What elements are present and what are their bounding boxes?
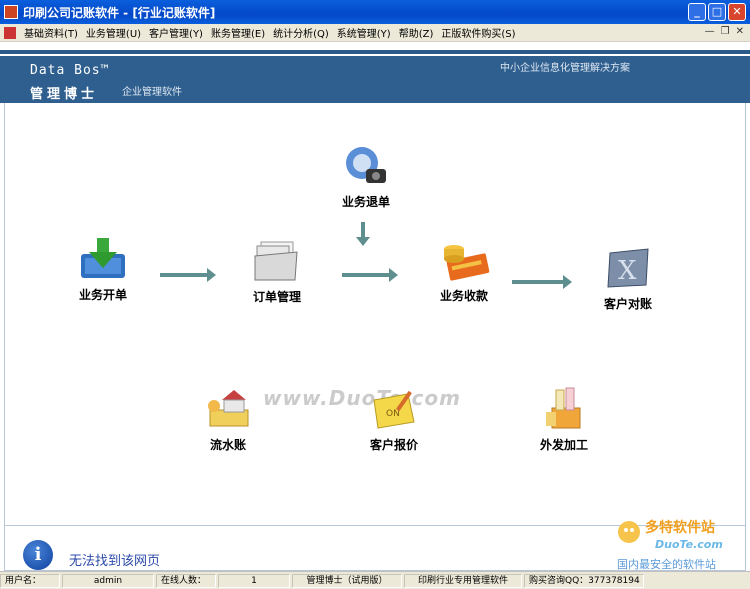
outsourcing-label: 外发加工 bbox=[539, 438, 588, 452]
journal-label: 流水账 bbox=[209, 438, 246, 452]
svg-text:X: X bbox=[618, 256, 637, 286]
brand-subtitle: 企业管理软件 bbox=[122, 87, 182, 98]
maximize-button[interactable]: □ bbox=[708, 3, 726, 21]
brand-english: Data Bos™ bbox=[30, 63, 110, 78]
outsourcing-icon bbox=[538, 386, 590, 432]
menu-system[interactable]: 系统管理(Y) bbox=[333, 25, 395, 40]
open-order-label: 业务开单 bbox=[78, 288, 127, 302]
menu-basic-data[interactable]: 基础资料(T) bbox=[20, 25, 82, 40]
title-bar[interactable]: 印刷公司记账软件 - [行业记账软件] _ □ ✕ bbox=[0, 0, 750, 24]
mdi-close-icon[interactable]: ✕ bbox=[736, 26, 744, 37]
error-message: 无法找到该网页 bbox=[69, 554, 161, 569]
order-manage-node[interactable]: 订单管理 bbox=[232, 238, 322, 305]
menu-purchase[interactable]: 正版软件购买(S) bbox=[437, 25, 519, 40]
outsourcing-node[interactable]: 外发加工 bbox=[519, 386, 609, 453]
status-user-label: 用户名： bbox=[0, 573, 60, 588]
header-stripe bbox=[0, 50, 750, 54]
header-tagline: 中小企业信息化管理解决方案 bbox=[500, 63, 630, 74]
reconcile-label: 客户对账 bbox=[603, 297, 652, 311]
svg-text:ON: ON bbox=[386, 409, 400, 419]
journal-node[interactable]: 流水账 bbox=[183, 386, 273, 453]
header-banner: Data Bos™ 管理博士 企业管理软件 中小企业信息化管理解决方案 bbox=[0, 43, 750, 103]
collect-label: 业务收款 bbox=[439, 289, 488, 303]
arrow-right-1 bbox=[160, 268, 216, 282]
quote-node[interactable]: ON 客户报价 bbox=[349, 386, 439, 453]
close-button[interactable]: ✕ bbox=[728, 3, 746, 21]
menu-help[interactable]: 帮助(Z) bbox=[395, 25, 438, 40]
quote-icon: ON bbox=[368, 386, 420, 432]
mdi-minimize-icon[interactable]: — bbox=[705, 26, 715, 37]
status-user-value: admin bbox=[62, 573, 154, 588]
collect-node[interactable]: 业务收款 bbox=[419, 237, 509, 304]
document-icon[interactable] bbox=[4, 26, 16, 39]
menu-statistics[interactable]: 统计分析(Q) bbox=[269, 25, 333, 40]
order-manage-label: 订单管理 bbox=[252, 290, 301, 304]
mdi-restore-icon[interactable]: ❐ bbox=[721, 26, 730, 37]
return-order-label: 业务退单 bbox=[341, 195, 390, 209]
status-bar: 用户名： admin 在线人数： 1 管理博士（试用版） 印刷行业专用管理软件 … bbox=[0, 571, 750, 589]
return-order-node[interactable]: 业务退单 bbox=[321, 143, 411, 210]
open-order-node[interactable]: 业务开单 bbox=[58, 236, 148, 303]
arrow-down bbox=[356, 222, 370, 246]
journal-icon bbox=[202, 386, 254, 432]
window-title: 印刷公司记账软件 - [行业记账软件] bbox=[23, 5, 216, 20]
payment-icon bbox=[438, 237, 490, 283]
status-online-label: 在线人数： bbox=[156, 573, 216, 588]
status-contact: 购买咨询QQ：377378194 bbox=[524, 573, 644, 588]
menu-accounts[interactable]: 账务管理(E) bbox=[207, 25, 269, 40]
logo-cn-text: 多特软件站 bbox=[645, 519, 715, 536]
arrow-right-3 bbox=[512, 275, 572, 289]
status-product: 印刷行业专用管理软件 bbox=[404, 573, 522, 588]
header-band bbox=[0, 56, 750, 103]
arrow-right-2 bbox=[342, 268, 398, 282]
duote-logo: 多特软件站 DuoTe.com 国内最安全的软件站 bbox=[615, 510, 745, 580]
folder-icon bbox=[251, 238, 303, 284]
status-edition: 管理博士（试用版） bbox=[292, 573, 402, 588]
logo-slogan-text: 国内最安全的软件站 bbox=[617, 557, 716, 571]
info-icon: i bbox=[23, 540, 53, 570]
reconcile-node[interactable]: X 客户对账 bbox=[583, 245, 673, 312]
window-controls: _ □ ✕ bbox=[688, 3, 746, 21]
return-order-icon bbox=[340, 143, 392, 189]
brand-chinese: 管理博士 bbox=[30, 87, 99, 102]
logo-en-text: DuoTe.com bbox=[655, 538, 723, 551]
mdi-controls: — ❐ ✕ bbox=[705, 26, 744, 37]
reconcile-icon: X bbox=[602, 245, 654, 291]
menu-bar: 基础资料(T) 业务管理(U) 客户管理(Y) 账务管理(E) 统计分析(Q) … bbox=[0, 24, 750, 42]
minimize-button[interactable]: _ bbox=[688, 3, 706, 21]
menu-customer[interactable]: 客户管理(Y) bbox=[145, 25, 207, 40]
open-order-icon bbox=[77, 236, 129, 282]
app-icon[interactable] bbox=[4, 5, 18, 19]
menu-business[interactable]: 业务管理(U) bbox=[82, 25, 145, 40]
quote-label: 客户报价 bbox=[369, 438, 418, 452]
workflow-panel: 业务开单 订单管理 业务退单 业务收款 X 客户对账 www.DuoTe.com… bbox=[4, 103, 746, 525]
status-online-value: 1 bbox=[218, 573, 290, 588]
